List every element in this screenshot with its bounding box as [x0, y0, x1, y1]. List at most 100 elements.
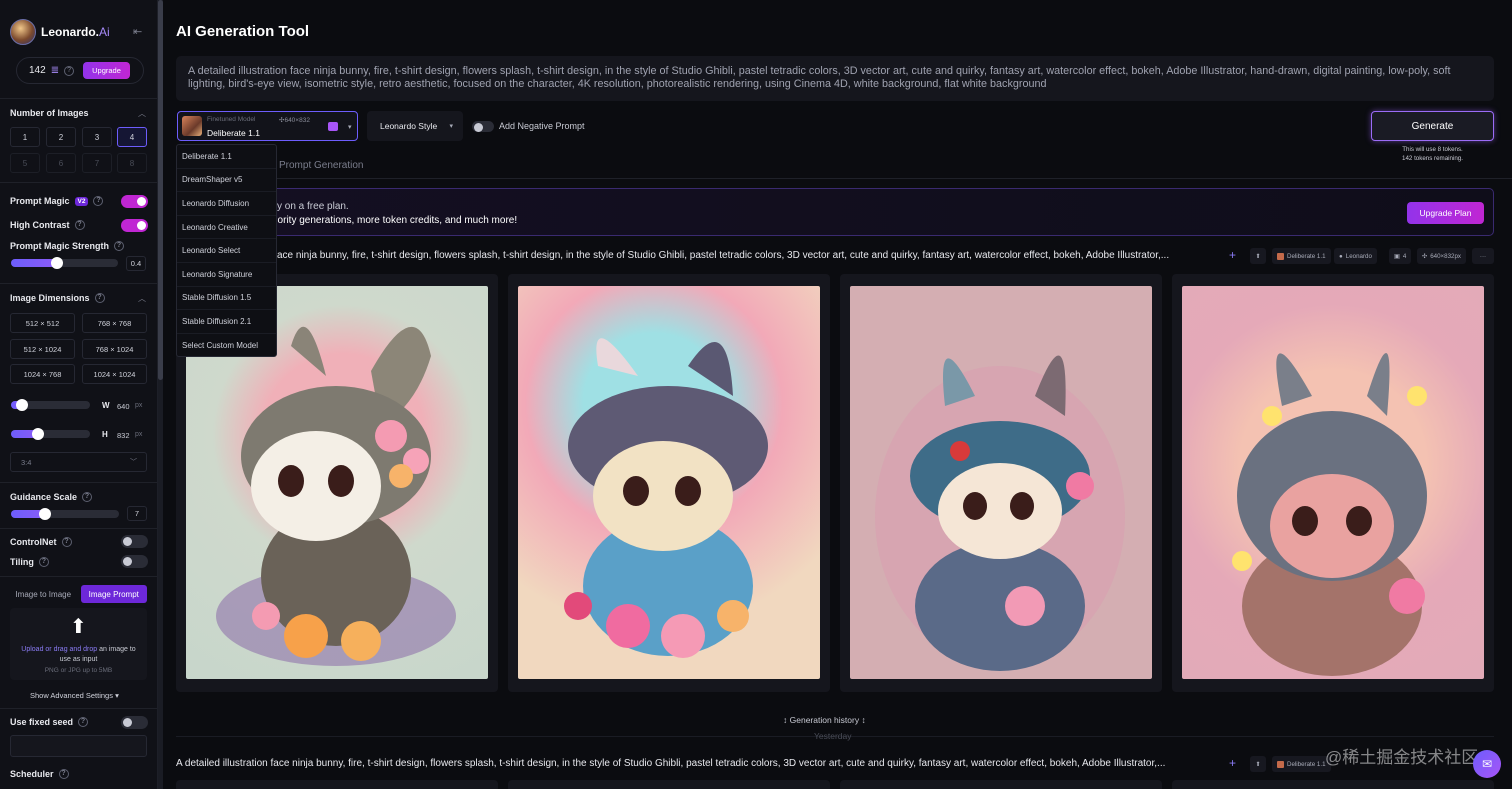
- image-card-4[interactable]: [1172, 274, 1494, 692]
- info-icon[interactable]: ?: [61, 537, 72, 547]
- dropdown-item-leonardo-signature[interactable]: Leonardo Signature: [177, 263, 276, 287]
- image-input-tabs: Image to Image Image Prompt: [10, 585, 147, 603]
- high-contrast-toggle[interactable]: [121, 219, 148, 232]
- model-chip: Deliberate 1.1: [1272, 248, 1331, 264]
- info-icon[interactable]: ?: [78, 717, 89, 727]
- info-icon[interactable]: ?: [93, 196, 104, 206]
- num-images-4[interactable]: 4: [117, 127, 147, 147]
- collapse-left-icon[interactable]: ⇤: [133, 25, 142, 38]
- generated-image[interactable]: [518, 286, 820, 679]
- image-card-6[interactable]: [508, 780, 830, 789]
- show-advanced-settings[interactable]: Show Advanced Settings ▾: [30, 691, 119, 700]
- dropdown-item-sd-15[interactable]: Stable Diffusion 1.5: [177, 287, 276, 311]
- slider-knob[interactable]: [51, 257, 63, 269]
- tab-image-to-image[interactable]: Image to Image: [10, 585, 77, 603]
- upload-icon[interactable]: ⬆: [1250, 248, 1266, 264]
- dim-1024x768[interactable]: 1024 × 768: [10, 364, 75, 384]
- generated-image[interactable]: [850, 286, 1152, 679]
- image-card-3[interactable]: [840, 274, 1162, 692]
- height-value[interactable]: 832: [117, 431, 130, 440]
- dim-768x768[interactable]: 768 × 768: [82, 313, 147, 333]
- dropdown-item-leonardo-select[interactable]: Leonardo Select: [177, 239, 276, 263]
- more-icon[interactable]: ···: [1472, 248, 1494, 264]
- model-select[interactable]: Finetuned Model ✣640×832 Deliberate 1.1 …: [177, 111, 358, 141]
- image-card-8[interactable]: [1172, 780, 1494, 789]
- prompt-magic-toggle[interactable]: [121, 195, 148, 208]
- upgrade-plan-button[interactable]: Upgrade Plan: [1407, 202, 1484, 224]
- brand[interactable]: Leonardo.Ai: [10, 19, 110, 45]
- info-icon[interactable]: ?: [74, 220, 85, 230]
- num-images-2[interactable]: 2: [46, 127, 76, 147]
- upgrade-button[interactable]: Upgrade: [83, 62, 130, 79]
- seed-input[interactable]: [10, 735, 147, 757]
- info-icon[interactable]: ?: [114, 241, 125, 251]
- info-icon[interactable]: ?: [94, 293, 105, 303]
- slider-knob[interactable]: [39, 508, 51, 520]
- image-card-2[interactable]: [508, 274, 830, 692]
- dim-768x1024[interactable]: 768 × 1024: [82, 339, 147, 359]
- plus-icon[interactable]: +: [1229, 756, 1236, 770]
- info-icon[interactable]: ?: [82, 492, 93, 502]
- upload-dropzone[interactable]: ⬆ Upload or drag and drop an image to us…: [10, 608, 147, 680]
- info-icon[interactable]: ?: [64, 65, 75, 76]
- info-icon[interactable]: ?: [58, 769, 69, 779]
- plus-icon[interactable]: +: [1229, 248, 1236, 262]
- guidance-scale-value[interactable]: 7: [127, 506, 147, 521]
- prompt-magic-strength-value[interactable]: 0.4: [126, 256, 146, 271]
- fixed-seed-label: Use fixed seed?: [10, 717, 89, 727]
- tiling-toggle[interactable]: [121, 555, 148, 568]
- guidance-scale-label: Guidance Scale?: [10, 492, 93, 502]
- fixed-seed-toggle[interactable]: [121, 716, 148, 729]
- dim-1024x1024[interactable]: 1024 × 1024: [82, 364, 147, 384]
- dropdown-item-sd-21[interactable]: Stable Diffusion 2.1: [177, 310, 276, 334]
- bunny-illustration: [875, 355, 1125, 671]
- generate-note: This will use 8 tokens. 142 tokens remain…: [1402, 146, 1463, 162]
- width-slider[interactable]: [11, 399, 90, 411]
- num-images-6[interactable]: 6: [46, 153, 76, 173]
- num-images-1[interactable]: 1: [10, 127, 40, 147]
- upload-icon[interactable]: ⬆: [1250, 756, 1266, 772]
- negative-prompt-toggle[interactable]: [472, 121, 494, 132]
- info-icon[interactable]: ?: [38, 557, 49, 567]
- chat-icon[interactable]: ✉: [1473, 750, 1501, 778]
- prompt-magic-strength-label: Prompt Magic Strength?: [10, 241, 125, 251]
- num-images-8[interactable]: 8: [117, 153, 147, 173]
- aspect-ratio-select[interactable]: 3:4 ﹀: [10, 452, 147, 472]
- controlnet-toggle[interactable]: [121, 535, 148, 548]
- dim-512x512[interactable]: 512 × 512: [10, 313, 75, 333]
- num-images-7[interactable]: 7: [82, 153, 112, 173]
- generated-image[interactable]: [1182, 286, 1484, 679]
- generation-prompt[interactable]: A detailed illustration face ninja bunny…: [176, 758, 1165, 769]
- dim-512x1024[interactable]: 512 × 1024: [10, 339, 75, 359]
- image-card-7[interactable]: [840, 780, 1162, 789]
- height-slider[interactable]: [11, 428, 90, 440]
- brand-logo: [10, 19, 36, 45]
- upload-link[interactable]: Upload or drag and drop: [21, 646, 97, 653]
- dropdown-item-dreamshaper[interactable]: DreamShaper v5: [177, 169, 276, 193]
- guidance-scale-slider[interactable]: [11, 508, 119, 520]
- num-images-5[interactable]: 5: [10, 153, 40, 173]
- chevron-down-icon: ▾: [449, 123, 453, 130]
- width-value[interactable]: 640: [117, 402, 130, 411]
- tab-prompt-generation[interactable]: Prompt Generation: [279, 160, 364, 171]
- generate-button[interactable]: Generate: [1371, 111, 1494, 141]
- chevron-up-icon[interactable]: ︿: [138, 108, 146, 119]
- image-card-5[interactable]: [176, 780, 498, 789]
- prompt-input[interactable]: A detailed illustration face ninja bunny…: [176, 56, 1494, 101]
- num-images-3[interactable]: 3: [82, 127, 112, 147]
- dropdown-item-leonardo-creative[interactable]: Leonardo Creative: [177, 216, 276, 240]
- dropdown-item-deliberate[interactable]: Deliberate 1.1: [177, 145, 276, 169]
- token-icon: ≣: [50, 65, 60, 76]
- dropdown-item-leonardo-diffusion[interactable]: Leonardo Diffusion: [177, 192, 276, 216]
- tab-image-prompt[interactable]: Image Prompt: [80, 585, 147, 603]
- chevron-up-icon[interactable]: ︿: [138, 293, 146, 304]
- count-chip: ▣ 4: [1389, 248, 1412, 264]
- dropdown-item-custom-model[interactable]: Select Custom Model: [177, 334, 276, 358]
- divider: [0, 708, 157, 709]
- dims-chip: ✣ 640×832px: [1417, 248, 1466, 264]
- generation-prompt[interactable]: ace ninja bunny, fire, t-shirt design, f…: [277, 250, 1169, 261]
- prompt-magic-strength-slider[interactable]: [11, 257, 118, 269]
- slider-knob[interactable]: [16, 399, 28, 411]
- style-select[interactable]: Leonardo Style ▾: [367, 111, 463, 141]
- slider-knob[interactable]: [32, 428, 44, 440]
